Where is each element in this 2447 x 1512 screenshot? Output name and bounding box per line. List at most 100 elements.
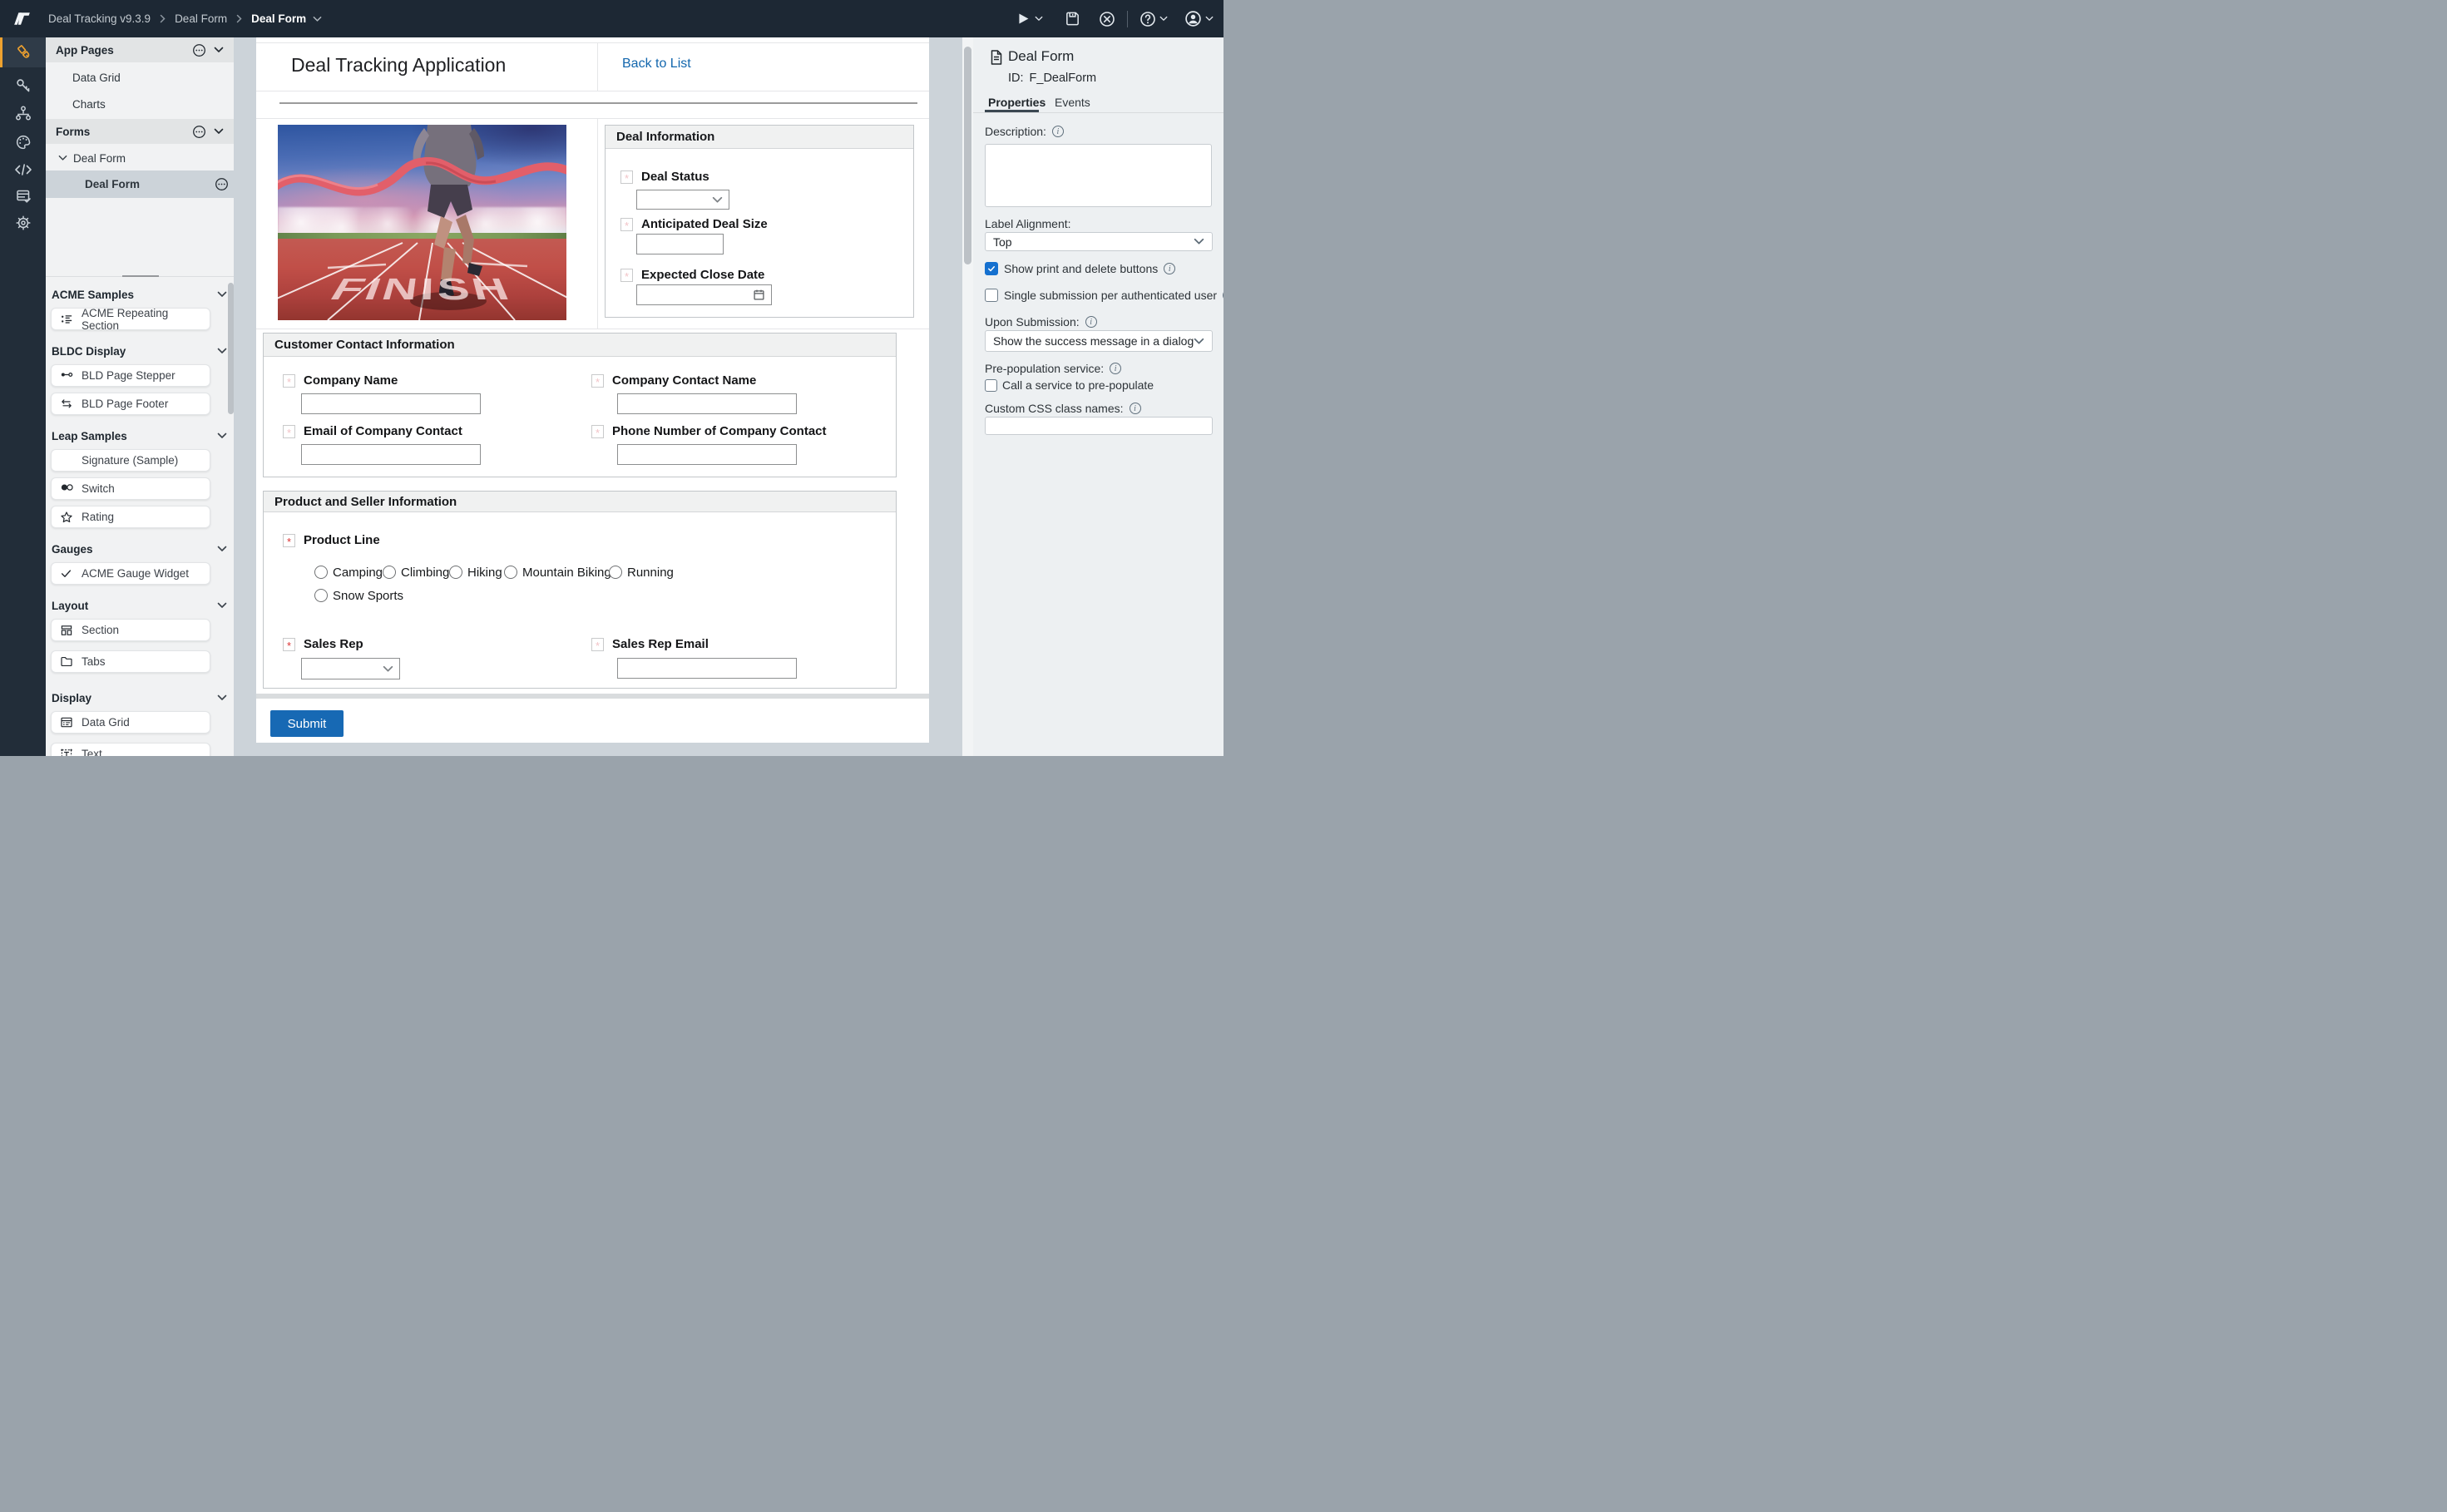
sidebar-section-forms[interactable]: Forms [46,119,234,144]
info-icon[interactable]: i [1085,316,1097,328]
sales-rep-email-input[interactable] [617,658,797,679]
sales-rep-select[interactable] [301,658,400,679]
calendar-icon[interactable] [753,289,765,301]
more-options-icon[interactable] [215,177,229,191]
chevron-down-icon[interactable] [217,694,227,701]
radio-camping[interactable] [314,566,328,579]
sidebar-item-charts[interactable]: Charts [46,92,234,116]
sidebar-item-deal-form-selected[interactable]: Deal Form [46,170,234,198]
save-button[interactable] [1065,11,1080,27]
field-checkbox-contact-phone[interactable]: * [591,425,604,438]
palette-item-data-grid[interactable]: Data Grid [51,711,210,734]
show-print-checkbox[interactable] [985,262,998,275]
radio-snow-sports[interactable] [314,589,328,602]
more-options-icon[interactable] [192,43,206,57]
contact-email-input[interactable] [301,444,481,465]
company-name-input[interactable] [301,393,481,414]
submit-button[interactable]: Submit [270,710,344,737]
rail-settings-tab[interactable] [0,209,46,236]
custom-css-input[interactable] [985,417,1213,435]
palette-item-bld-page-footer[interactable]: BLD Page Footer [51,393,210,415]
palette-group-gauges[interactable]: Gauges [46,541,234,556]
palette-group-acme-samples[interactable]: ACME Samples [46,287,234,302]
folder-icon [60,655,73,669]
chevron-down-icon[interactable] [58,155,67,161]
palette-item-tabs[interactable]: Tabs [51,650,210,673]
palette-item-acme-gauge-widget[interactable]: ACME Gauge Widget [51,562,210,585]
help-button[interactable] [1139,11,1168,27]
palette-item-bld-page-stepper[interactable]: BLD Page Stepper [51,364,210,387]
palette-item-signature[interactable]: Signature (Sample) [51,449,210,472]
back-to-list-link[interactable]: Back to List [622,57,691,72]
field-label-deal-size: Anticipated Deal Size [641,217,768,231]
close-button[interactable] [1099,11,1115,27]
rail-theme-tab[interactable] [0,128,46,156]
account-button[interactable] [1184,10,1214,27]
radio-mountain-biking[interactable] [504,566,517,579]
palette-group-layout[interactable]: Layout [46,598,234,613]
info-icon[interactable]: i [1223,289,1224,301]
preview-play-button[interactable] [1016,12,1043,26]
close-date-input[interactable] [636,284,772,305]
palette-group-leap-samples[interactable]: Leap Samples [46,428,234,443]
app-logo-icon[interactable] [11,8,33,29]
sidebar-item-deal-form-parent[interactable]: Deal Form [46,146,234,170]
rail-data-tab[interactable] [0,182,46,210]
chevron-down-icon[interactable] [217,291,227,298]
palette-group-bldc-display[interactable]: BLDC Display [46,343,234,358]
rail-permissions-tab[interactable] [0,72,46,99]
radio-climbing[interactable] [383,566,396,579]
upon-submission-select[interactable]: Show the success message in a dialog and… [985,330,1213,352]
chevron-down-icon[interactable] [217,432,227,439]
canvas-scrollbar-thumb[interactable] [964,47,971,264]
info-icon[interactable]: i [1052,126,1064,137]
canvas-scrollbar-track[interactable] [962,37,973,756]
chevron-down-icon[interactable] [214,128,224,135]
label-alignment-select[interactable]: Top [985,232,1213,251]
more-options-icon[interactable] [192,125,206,139]
palette-item-text[interactable]: Text [51,743,210,756]
deal-size-input[interactable] [636,234,724,254]
contact-phone-input[interactable] [617,444,797,465]
sidebar-scrollbar[interactable] [228,283,234,414]
sidebar-item-data-grid[interactable]: Data Grid [46,66,234,89]
rail-workflow-tab[interactable] [0,99,46,126]
description-textarea[interactable] [985,144,1212,207]
radio-running[interactable] [609,566,622,579]
field-checkbox-close-date[interactable]: * [620,269,633,282]
field-checkbox-product-line[interactable]: * [283,534,295,547]
breadcrumb-form[interactable]: Deal Form [175,12,227,25]
info-icon[interactable]: i [1164,263,1175,274]
field-checkbox-sales-rep[interactable]: * [283,638,295,651]
chevron-down-icon[interactable] [214,47,224,53]
chevron-down-icon[interactable] [217,602,227,609]
contact-name-input[interactable] [617,393,797,414]
breadcrumb-app[interactable]: Deal Tracking v9.3.9 [48,12,151,25]
palette-item-section[interactable]: Section [51,619,210,641]
tab-events[interactable]: Events [1055,96,1090,109]
field-checkbox-contact-email[interactable]: * [283,425,295,438]
breadcrumb-caret-icon[interactable] [313,16,322,22]
field-checkbox-deal-status[interactable]: * [620,170,633,184]
chevron-down-icon[interactable] [217,546,227,552]
tab-properties[interactable]: Properties [988,96,1046,109]
field-checkbox-contact-name[interactable]: * [591,374,604,388]
field-checkbox-deal-size[interactable]: * [620,218,633,231]
breadcrumb-current[interactable]: Deal Form [251,12,306,25]
palette-item-rating[interactable]: Rating [51,506,210,528]
palette-item-switch[interactable]: Switch [51,477,210,500]
chevron-down-icon[interactable] [217,348,227,354]
info-icon[interactable]: i [1110,363,1121,374]
palette-item-acme-repeating-section[interactable]: ACME Repeating Section [51,308,210,330]
info-icon[interactable]: i [1130,403,1141,414]
rail-design-tab[interactable] [0,37,46,67]
radio-hiking[interactable] [449,566,462,579]
field-checkbox-company-name[interactable]: * [283,374,295,388]
single-submission-checkbox[interactable] [985,289,998,302]
prepopulate-checkbox[interactable] [985,379,997,392]
sidebar-section-app-pages[interactable]: App Pages [46,37,234,62]
rail-code-tab[interactable] [0,156,46,183]
deal-status-select[interactable] [636,190,729,210]
palette-group-display[interactable]: Display [46,690,234,705]
field-checkbox-sales-rep-email[interactable]: * [591,638,604,651]
